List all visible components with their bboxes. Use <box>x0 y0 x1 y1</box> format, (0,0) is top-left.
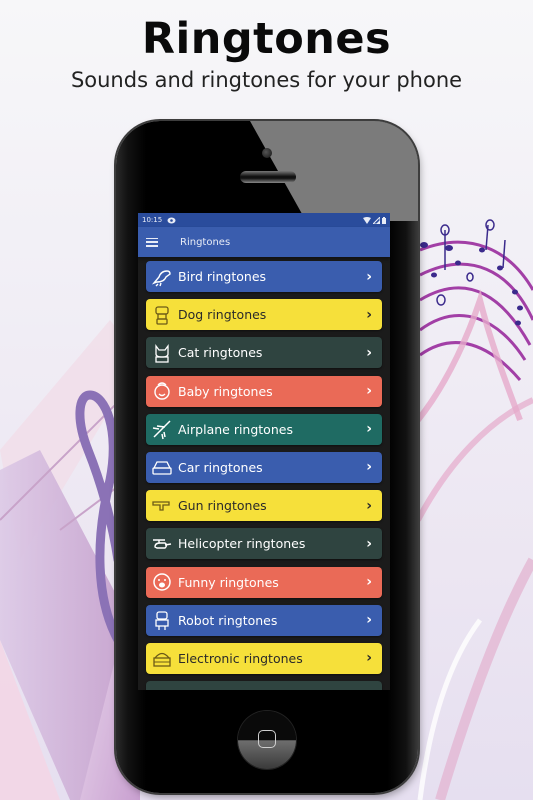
airplane-icon <box>151 418 173 440</box>
chevron-right-icon: › <box>366 612 372 629</box>
list-item-label: Bird ringtones <box>178 269 267 284</box>
hamburger-menu-icon[interactable] <box>146 237 158 247</box>
chevron-right-icon: › <box>366 574 372 590</box>
list-item-label: Dog ringtones <box>178 307 267 323</box>
list-item-label: Baby ringtones <box>178 383 273 399</box>
chevron-right-icon: › <box>366 268 372 285</box>
chevron-right-icon: › <box>366 344 372 361</box>
gun-icon <box>151 495 173 517</box>
home-square-icon <box>258 730 276 748</box>
list-item-car-ringtones[interactable]: Car ringtones › <box>146 451 382 483</box>
bird-icon <box>151 266 173 288</box>
app-bar: Ringtones <box>138 227 390 257</box>
home-button[interactable] <box>238 711 296 769</box>
list-item-dog-ringtones[interactable]: Dog ringtones › <box>146 299 382 331</box>
robot-icon <box>151 609 173 631</box>
app-bar-title: Ringtones <box>180 236 231 248</box>
list-item-funny-ringtones[interactable]: Funny ringtones › <box>146 566 382 598</box>
list-item-label: Airplane ringtones <box>178 421 293 437</box>
promo-title: Ringtones <box>141 14 392 64</box>
phone-screen: 10:15 Ringtones Bird ringtones › Dog ringt… <box>138 213 390 690</box>
electronic-icon <box>151 647 173 669</box>
ringtone-category-list: Bird ringtones › Dog ringtones › Cat rington… <box>138 257 390 690</box>
front-camera-icon <box>262 148 272 158</box>
list-item-label: Helicopter ringtones <box>178 536 306 552</box>
funny-face-icon <box>151 571 173 593</box>
list-item-helicopter-ringtones[interactable]: Helicopter ringtones › <box>146 528 382 560</box>
list-item-label: Car ringtones <box>178 459 263 475</box>
chevron-right-icon: › <box>366 459 372 476</box>
baby-icon <box>151 380 173 402</box>
chevron-right-icon: › <box>366 421 372 438</box>
list-item-label: Robot ringtones <box>178 612 278 628</box>
battery-icon <box>382 216 386 224</box>
phone-mockup: 10:15 Ringtones Bird ringtones › Dog ringt… <box>116 121 418 793</box>
chevron-right-icon: › <box>366 306 372 323</box>
list-item-label: Electronic ringtones <box>178 650 303 666</box>
list-item-gun-ringtones[interactable]: Gun ringtones › <box>146 490 382 522</box>
list-item-label: Funny ringtones <box>178 574 279 590</box>
list-item-label: Cat ringtones <box>178 345 263 361</box>
list-item-bird-ringtones[interactable]: Bird ringtones › <box>146 261 382 292</box>
list-item-baby-ringtones[interactable]: Baby ringtones › <box>146 375 382 407</box>
list-item-label: Gun ringtones <box>178 498 267 514</box>
eye-icon <box>167 217 176 223</box>
earpiece-speaker <box>240 171 296 183</box>
status-bar: 10:15 <box>138 213 390 227</box>
chevron-right-icon: › <box>366 650 372 667</box>
status-time: 10:15 <box>142 216 163 224</box>
dog-icon <box>151 304 173 326</box>
list-item-electronic-ringtones[interactable]: Electronic ringtones › <box>146 642 382 674</box>
list-item-cat-ringtones[interactable]: Cat ringtones › <box>146 337 382 369</box>
chevron-right-icon: › <box>366 497 372 514</box>
partial-icon <box>151 686 173 690</box>
wifi-icon <box>363 216 371 224</box>
list-item-airplane-ringtones[interactable]: Airplane ringtones › <box>146 413 382 445</box>
list-item-robot-ringtones[interactable]: Robot ringtones › <box>146 604 382 636</box>
promo-subtitle: Sounds and ringtones for your phone <box>70 68 463 92</box>
cat-icon <box>151 342 173 364</box>
signal-icon <box>373 216 380 224</box>
list-item-partial[interactable] <box>146 681 382 690</box>
chevron-right-icon: › <box>366 383 372 400</box>
chevron-right-icon: › <box>366 535 372 552</box>
helicopter-icon <box>151 533 173 555</box>
car-icon <box>151 456 173 478</box>
